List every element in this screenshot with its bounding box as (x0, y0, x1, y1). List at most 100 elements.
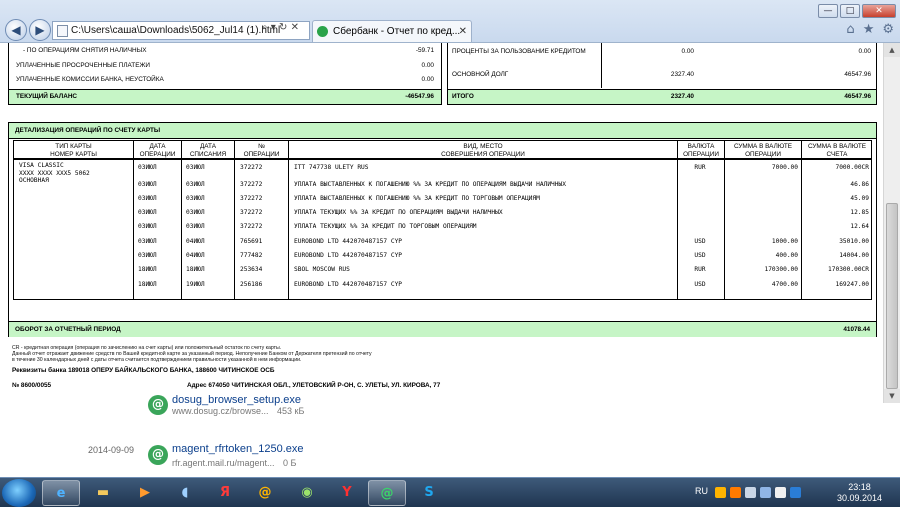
forward-button[interactable]: ▶ (29, 19, 51, 41)
summary-value: 2327.40 (670, 71, 694, 78)
taskbar-media-player[interactable]: ▶ (126, 480, 164, 506)
cell-currency: USD (694, 281, 706, 288)
address-text: C:\Users\саша\Downloads\5062_Jul14 (1).h… (71, 25, 281, 36)
header-post-date: ДАТА СПИСАНИЯ (182, 141, 234, 159)
taskbar-skype[interactable]: S (410, 480, 448, 506)
taskbar-mail-agent-active[interactable]: @ (368, 480, 406, 506)
tray-z-icon[interactable] (790, 487, 801, 498)
summary-label: - ПО ОПЕРАЦИЯМ СНЯТИЯ НАЛИЧНЫХ (23, 47, 147, 54)
cell-num: 372272 (240, 164, 263, 171)
cell-op-date: 03ИЮЛ (138, 209, 157, 216)
clock[interactable]: 23:18 30.09.2014 (837, 482, 882, 504)
header-description: ВИД, МЕСТО СОВЕРШЕНИЯ ОПЕРАЦИИ (289, 141, 677, 159)
cell-currency: RUR (694, 164, 706, 171)
cell-amount-acc: 12.85 (850, 209, 869, 216)
cell-desc: EUROBOND LTD 442070487157 CYP (294, 281, 403, 288)
yandex-icon: Я (219, 485, 230, 500)
cell-amount-op (726, 220, 798, 234)
cell-desc: УПЛАТА ВЫСТАВЛЕННЫХ К ПОГАШЕНИЮ %% ЗА КР… (294, 195, 540, 202)
download-name[interactable]: dosug_browser_setup.exe (172, 394, 301, 406)
taskbar-audio[interactable]: ◖ (166, 480, 204, 506)
total-label: ИТОГО (452, 93, 474, 100)
window-controls: — □ ✕ (818, 4, 896, 18)
cell-desc: EUROBOND LTD 442070487157 CYP (294, 238, 403, 245)
cell-op-date: 03ИЮЛ (138, 195, 157, 202)
tray-app-icon[interactable] (730, 487, 741, 498)
tab-active[interactable]: Сбербанк - Отчет по кред... ✕ (312, 20, 472, 42)
taskbar-mail-agent[interactable]: @ (246, 480, 284, 506)
summary-row: УПЛАЧЕННЫЕ ПРОСРОЧЕННЫЕ ПЛАТЕЖИ 0.00 (9, 59, 441, 73)
cell-amount-acc: 169247.00 (835, 281, 869, 288)
cell-op-date: 03ИЮЛ (138, 164, 157, 171)
taskbar-ie[interactable]: e (42, 480, 80, 506)
taskbar-android[interactable]: ◉ (288, 480, 326, 506)
bank-number: № 8600/0055 (12, 382, 52, 389)
summary-value: 0.00 (421, 62, 434, 69)
cell-post-date: 18ИЮЛ (186, 266, 205, 273)
cell-amount-acc: 35010.00 (839, 238, 869, 245)
divider (724, 141, 725, 299)
cell-post-date: 03ИЮЛ (186, 209, 205, 216)
cell-amount-op: 170300.00 (764, 266, 798, 273)
close-button[interactable]: ✕ (862, 4, 896, 18)
network-icon[interactable] (745, 487, 756, 498)
scroll-up-icon[interactable]: ▲ (884, 43, 900, 57)
favorites-icon[interactable]: ★ (863, 22, 875, 37)
flag-icon[interactable] (760, 487, 771, 498)
download-source: www.dosug.cz/browse... (172, 406, 269, 416)
home-icon[interactable]: ⌂ (846, 22, 854, 37)
turnover-value: 41078.44 (843, 326, 870, 333)
bank-requisites: Реквизиты банка 189018 ОПЕРУ БАЙКАЛЬСКОГ… (12, 367, 275, 374)
operations-table: ТИП КАРТЫ НОМЕР КАРТЫ ДАТА ОПЕРАЦИИ ДАТА СП… (13, 140, 872, 300)
cell-desc: УПЛАТА ВЫСТАВЛЕННЫХ К ПОГАШЕНИЮ %% ЗА КР… (294, 181, 566, 188)
search-icon[interactable]: ⌕ (262, 22, 268, 33)
summary-value: 0.00 (681, 48, 694, 55)
downloads-list: @ dosug_browser_setup.exe www.dosug.cz/b… (0, 394, 900, 477)
mail-agent-tray-icon[interactable] (715, 487, 726, 498)
dropdown-icon[interactable]: ▾ (271, 22, 276, 33)
start-button[interactable] (2, 479, 36, 507)
stop-icon[interactable]: ✕ (291, 22, 299, 33)
header-currency: ВАЛЮТА ОПЕРАЦИИ (678, 141, 724, 159)
tab-close-icon[interactable]: ✕ (459, 21, 467, 42)
cell-amount-acc: 14004.00 (839, 252, 869, 259)
header-amount-op: СУММА В ВАЛЮТЕ ОПЕРАЦИИ (725, 141, 801, 159)
cell-post-date: 03ИЮЛ (186, 181, 205, 188)
summary-row: УПЛАЧЕННЫЕ КОМИССИИ БАНКА, НЕУСТОЙКА 0.0… (9, 73, 441, 87)
minimize-button[interactable]: — (818, 4, 838, 18)
arrow-right-icon: ▶ (35, 23, 45, 37)
summary-value: 46547.96 (844, 71, 871, 78)
header-amount-acc: СУММА В ВАЛЮТЕ СЧЕТА (802, 141, 872, 159)
gear-icon[interactable]: ⚙ (882, 22, 894, 37)
mail-agent-icon: @ (148, 445, 168, 465)
card-type: VISA CLASSIC (19, 162, 64, 169)
cell-num: 765691 (240, 238, 263, 245)
scroll-thumb[interactable] (886, 203, 898, 389)
download-name[interactable]: magent_rfrtoken_1250.exe (172, 443, 303, 455)
cell-currency: RUR (694, 266, 706, 273)
back-button[interactable]: ◀ (5, 19, 27, 41)
language-indicator[interactable]: RU (695, 486, 708, 496)
cell-post-date: 04ИЮЛ (186, 238, 205, 245)
cell-amount-op (726, 206, 798, 220)
card-info: VISA CLASSIC XXXX XXXX XXX5 5062 ОСНОВНА… (19, 162, 90, 185)
divider (288, 141, 289, 299)
cell-amount-acc: 45.09 (850, 195, 869, 202)
vertical-scrollbar[interactable]: ▲ ▼ (883, 43, 900, 403)
cell-amount-acc: 46.86 (850, 181, 869, 188)
taskbar-explorer[interactable]: ▬ (84, 480, 122, 506)
summary-value: 0.00 (421, 76, 434, 83)
cell-currency: USD (694, 252, 706, 259)
volume-icon[interactable] (775, 487, 786, 498)
download-size: 0 Б (283, 458, 297, 468)
taskbar-yandex[interactable]: Я (206, 480, 244, 506)
scroll-down-icon[interactable]: ▼ (884, 389, 900, 403)
taskbar-yandex-browser[interactable]: Y (328, 480, 366, 506)
divider (801, 141, 802, 299)
maximize-button[interactable]: □ (840, 4, 860, 18)
summary-row: ОСНОВНОЙ ДОЛГ 2327.40 46547.96 (448, 68, 876, 82)
refresh-icon[interactable]: ↻ (279, 22, 287, 33)
header-op-date: ДАТА ОПЕРАЦИИ (134, 141, 181, 159)
cell-num: 372272 (240, 195, 263, 202)
cell-desc: EUROBOND LTD 442070487157 CYP (294, 252, 403, 259)
